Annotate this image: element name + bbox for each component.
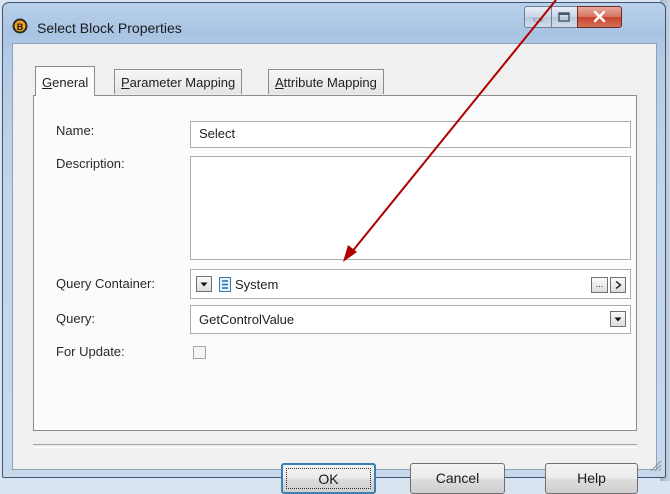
annotation-arrow-line <box>350 0 557 254</box>
annotation-overlay <box>343 0 557 262</box>
tab-label: eneral <box>52 75 89 90</box>
tab-general[interactable]: General <box>35 66 96 96</box>
tab-accelerator: G <box>42 75 53 90</box>
